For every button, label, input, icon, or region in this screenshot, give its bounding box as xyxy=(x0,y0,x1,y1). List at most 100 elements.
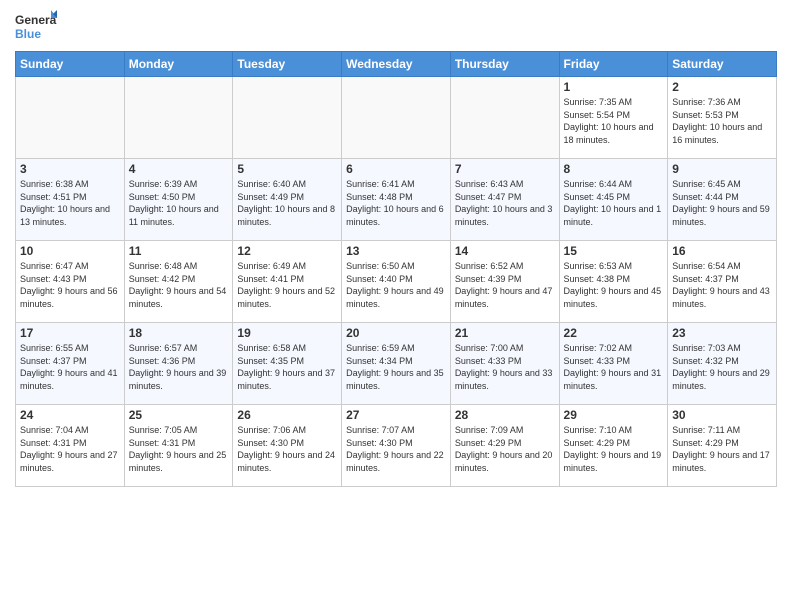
day-number: 4 xyxy=(129,162,229,176)
day-number: 5 xyxy=(237,162,337,176)
day-number: 24 xyxy=(20,408,120,422)
svg-text:General: General xyxy=(15,13,57,27)
day-info: Sunrise: 6:48 AM Sunset: 4:42 PM Dayligh… xyxy=(129,260,229,310)
day-info: Sunrise: 7:02 AM Sunset: 4:33 PM Dayligh… xyxy=(564,342,664,392)
day-info: Sunrise: 6:57 AM Sunset: 4:36 PM Dayligh… xyxy=(129,342,229,392)
day-info: Sunrise: 6:45 AM Sunset: 4:44 PM Dayligh… xyxy=(672,178,772,228)
calendar-cell: 7 Sunrise: 6:43 AM Sunset: 4:47 PM Daylig… xyxy=(450,159,559,241)
weekday-header-wednesday: Wednesday xyxy=(342,52,451,77)
day-number: 30 xyxy=(672,408,772,422)
day-number: 12 xyxy=(237,244,337,258)
calendar-cell: 25 Sunrise: 7:05 AM Sunset: 4:31 PM Dayli… xyxy=(124,405,233,487)
calendar-cell: 22 Sunrise: 7:02 AM Sunset: 4:33 PM Dayli… xyxy=(559,323,668,405)
week-row-4: 17 Sunrise: 6:55 AM Sunset: 4:37 PM Dayli… xyxy=(16,323,777,405)
logo-svg: General Blue xyxy=(15,10,57,45)
calendar-cell: 23 Sunrise: 7:03 AM Sunset: 4:32 PM Dayli… xyxy=(668,323,777,405)
day-number: 1 xyxy=(564,80,664,94)
day-number: 25 xyxy=(129,408,229,422)
calendar-cell: 28 Sunrise: 7:09 AM Sunset: 4:29 PM Dayli… xyxy=(450,405,559,487)
day-number: 14 xyxy=(455,244,555,258)
day-number: 7 xyxy=(455,162,555,176)
day-number: 22 xyxy=(564,326,664,340)
calendar-cell: 10 Sunrise: 6:47 AM Sunset: 4:43 PM Dayli… xyxy=(16,241,125,323)
day-info: Sunrise: 7:36 AM Sunset: 5:53 PM Dayligh… xyxy=(672,96,772,146)
weekday-header-row: SundayMondayTuesdayWednesdayThursdayFrid… xyxy=(16,52,777,77)
day-info: Sunrise: 6:54 AM Sunset: 4:37 PM Dayligh… xyxy=(672,260,772,310)
calendar-cell xyxy=(124,77,233,159)
day-number: 10 xyxy=(20,244,120,258)
calendar-cell: 30 Sunrise: 7:11 AM Sunset: 4:29 PM Dayli… xyxy=(668,405,777,487)
day-info: Sunrise: 7:09 AM Sunset: 4:29 PM Dayligh… xyxy=(455,424,555,474)
page-container: General Blue SundayMondayTuesdayWednesda… xyxy=(0,0,792,492)
day-info: Sunrise: 7:35 AM Sunset: 5:54 PM Dayligh… xyxy=(564,96,664,146)
day-info: Sunrise: 7:06 AM Sunset: 4:30 PM Dayligh… xyxy=(237,424,337,474)
week-row-1: 1 Sunrise: 7:35 AM Sunset: 5:54 PM Daylig… xyxy=(16,77,777,159)
svg-text:Blue: Blue xyxy=(15,27,41,41)
day-info: Sunrise: 6:38 AM Sunset: 4:51 PM Dayligh… xyxy=(20,178,120,228)
day-info: Sunrise: 7:00 AM Sunset: 4:33 PM Dayligh… xyxy=(455,342,555,392)
calendar-cell: 14Sunrise: 6:52 AM Sunset: 4:39 PM Dayli… xyxy=(450,241,559,323)
day-info: Sunrise: 6:53 AM Sunset: 4:38 PM Dayligh… xyxy=(564,260,664,310)
day-info: Sunrise: 6:47 AM Sunset: 4:43 PM Dayligh… xyxy=(20,260,120,310)
day-number: 28 xyxy=(455,408,555,422)
day-number: 17 xyxy=(20,326,120,340)
week-row-2: 3 Sunrise: 6:38 AM Sunset: 4:51 PM Daylig… xyxy=(16,159,777,241)
calendar-cell: 4Sunrise: 6:39 AM Sunset: 4:50 PM Daylig… xyxy=(124,159,233,241)
calendar-cell xyxy=(233,77,342,159)
day-number: 13 xyxy=(346,244,446,258)
day-number: 9 xyxy=(672,162,772,176)
calendar-cell: 21 Sunrise: 7:00 AM Sunset: 4:33 PM Dayli… xyxy=(450,323,559,405)
day-info: Sunrise: 6:41 AM Sunset: 4:48 PM Dayligh… xyxy=(346,178,446,228)
day-info: Sunrise: 6:50 AM Sunset: 4:40 PM Dayligh… xyxy=(346,260,446,310)
calendar-cell: 27 Sunrise: 7:07 AM Sunset: 4:30 PM Dayli… xyxy=(342,405,451,487)
week-row-5: 24 Sunrise: 7:04 AM Sunset: 4:31 PM Dayli… xyxy=(16,405,777,487)
logo: General Blue xyxy=(15,10,57,45)
calendar-cell: 1 Sunrise: 7:35 AM Sunset: 5:54 PM Daylig… xyxy=(559,77,668,159)
calendar-cell: 11 Sunrise: 6:48 AM Sunset: 4:42 PM Dayli… xyxy=(124,241,233,323)
calendar-cell xyxy=(342,77,451,159)
day-info: Sunrise: 7:10 AM Sunset: 4:29 PM Dayligh… xyxy=(564,424,664,474)
page-header: General Blue xyxy=(15,10,777,45)
day-info: Sunrise: 6:43 AM Sunset: 4:47 PM Dayligh… xyxy=(455,178,555,228)
weekday-header-tuesday: Tuesday xyxy=(233,52,342,77)
calendar-cell: 26 Sunrise: 7:06 AM Sunset: 4:30 PM Dayli… xyxy=(233,405,342,487)
weekday-header-saturday: Saturday xyxy=(668,52,777,77)
day-info: Sunrise: 6:58 AM Sunset: 4:35 PM Dayligh… xyxy=(237,342,337,392)
calendar-cell: 2Sunrise: 7:36 AM Sunset: 5:53 PM Daylig… xyxy=(668,77,777,159)
day-number: 6 xyxy=(346,162,446,176)
day-number: 3 xyxy=(20,162,120,176)
day-info: Sunrise: 7:03 AM Sunset: 4:32 PM Dayligh… xyxy=(672,342,772,392)
day-info: Sunrise: 7:07 AM Sunset: 4:30 PM Dayligh… xyxy=(346,424,446,474)
day-number: 29 xyxy=(564,408,664,422)
day-number: 20 xyxy=(346,326,446,340)
calendar-cell: 16 Sunrise: 6:54 AM Sunset: 4:37 PM Dayli… xyxy=(668,241,777,323)
day-number: 27 xyxy=(346,408,446,422)
calendar-cell xyxy=(450,77,559,159)
day-info: Sunrise: 7:04 AM Sunset: 4:31 PM Dayligh… xyxy=(20,424,120,474)
day-info: Sunrise: 6:44 AM Sunset: 4:45 PM Dayligh… xyxy=(564,178,664,228)
weekday-header-monday: Monday xyxy=(124,52,233,77)
calendar-cell: 17 Sunrise: 6:55 AM Sunset: 4:37 PM Dayli… xyxy=(16,323,125,405)
day-number: 16 xyxy=(672,244,772,258)
calendar-cell xyxy=(16,77,125,159)
weekday-header-sunday: Sunday xyxy=(16,52,125,77)
day-number: 26 xyxy=(237,408,337,422)
day-number: 8 xyxy=(564,162,664,176)
calendar-cell: 24 Sunrise: 7:04 AM Sunset: 4:31 PM Dayli… xyxy=(16,405,125,487)
day-info: Sunrise: 7:11 AM Sunset: 4:29 PM Dayligh… xyxy=(672,424,772,474)
day-info: Sunrise: 7:05 AM Sunset: 4:31 PM Dayligh… xyxy=(129,424,229,474)
day-number: 11 xyxy=(129,244,229,258)
day-info: Sunrise: 6:40 AM Sunset: 4:49 PM Dayligh… xyxy=(237,178,337,228)
week-row-3: 10 Sunrise: 6:47 AM Sunset: 4:43 PM Dayli… xyxy=(16,241,777,323)
day-number: 15 xyxy=(564,244,664,258)
day-number: 21 xyxy=(455,326,555,340)
day-info: Sunrise: 6:55 AM Sunset: 4:37 PM Dayligh… xyxy=(20,342,120,392)
calendar-cell: 20Sunrise: 6:59 AM Sunset: 4:34 PM Dayli… xyxy=(342,323,451,405)
calendar-cell: 13 Sunrise: 6:50 AM Sunset: 4:40 PM Dayli… xyxy=(342,241,451,323)
day-number: 23 xyxy=(672,326,772,340)
weekday-header-friday: Friday xyxy=(559,52,668,77)
calendar-cell: 8 Sunrise: 6:44 AM Sunset: 4:45 PM Daylig… xyxy=(559,159,668,241)
day-info: Sunrise: 6:49 AM Sunset: 4:41 PM Dayligh… xyxy=(237,260,337,310)
weekday-header-thursday: Thursday xyxy=(450,52,559,77)
calendar-cell: 9 Sunrise: 6:45 AM Sunset: 4:44 PM Daylig… xyxy=(668,159,777,241)
